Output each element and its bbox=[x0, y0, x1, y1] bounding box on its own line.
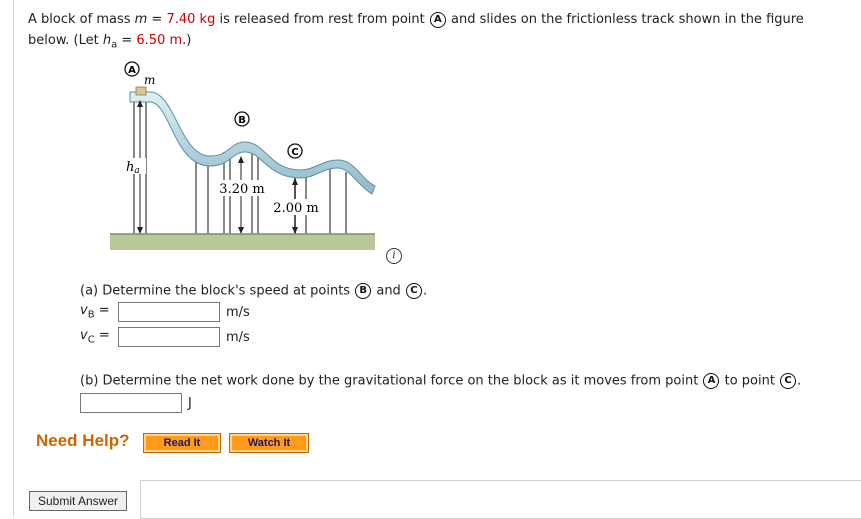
submit-answer-button[interactable]: Submit Answer bbox=[29, 491, 127, 511]
figure-label-m: m bbox=[144, 73, 155, 87]
mass-value: 7.40 kg bbox=[166, 12, 216, 27]
figure-label-320: 3.20 m bbox=[219, 182, 264, 197]
work-unit: J bbox=[188, 395, 192, 411]
vb-unit: m/s bbox=[226, 304, 250, 320]
problem-statement: A block of mass m = 7.40 kg is released … bbox=[28, 11, 804, 51]
work-row: J bbox=[80, 392, 192, 414]
vc-row: vC = m/s bbox=[80, 327, 250, 347]
block bbox=[135, 86, 147, 96]
figure-label-a: A bbox=[128, 65, 136, 76]
need-help-label: Need Help? bbox=[36, 431, 130, 450]
vb-input[interactable] bbox=[118, 302, 220, 322]
watch-it-button[interactable]: Watch It bbox=[229, 433, 309, 453]
track-figure: A B C m ha 3.20 m 2.00 m bbox=[110, 61, 376, 250]
height-value: 6.50 m bbox=[136, 33, 183, 48]
point-a-badge: A bbox=[429, 11, 446, 28]
info-icon[interactable]: i bbox=[386, 248, 402, 264]
figure-label-c: C bbox=[291, 147, 298, 158]
part-b-question: (b) Determine the net work done by the g… bbox=[80, 373, 802, 389]
ground bbox=[110, 234, 375, 250]
vb-row: vB = m/s bbox=[80, 302, 250, 322]
vc-unit: m/s bbox=[226, 329, 250, 345]
figure-label-ha: h bbox=[126, 160, 134, 175]
work-input[interactable] bbox=[80, 393, 182, 413]
next-panel bbox=[140, 480, 861, 519]
read-it-button[interactable]: Read It bbox=[143, 433, 221, 453]
figure-label-200: 2.00 m bbox=[273, 201, 318, 216]
vc-input[interactable] bbox=[118, 327, 220, 347]
part-a-question: (a) Determine the block's speed at point… bbox=[80, 283, 428, 299]
figure-label-b: B bbox=[238, 115, 246, 126]
